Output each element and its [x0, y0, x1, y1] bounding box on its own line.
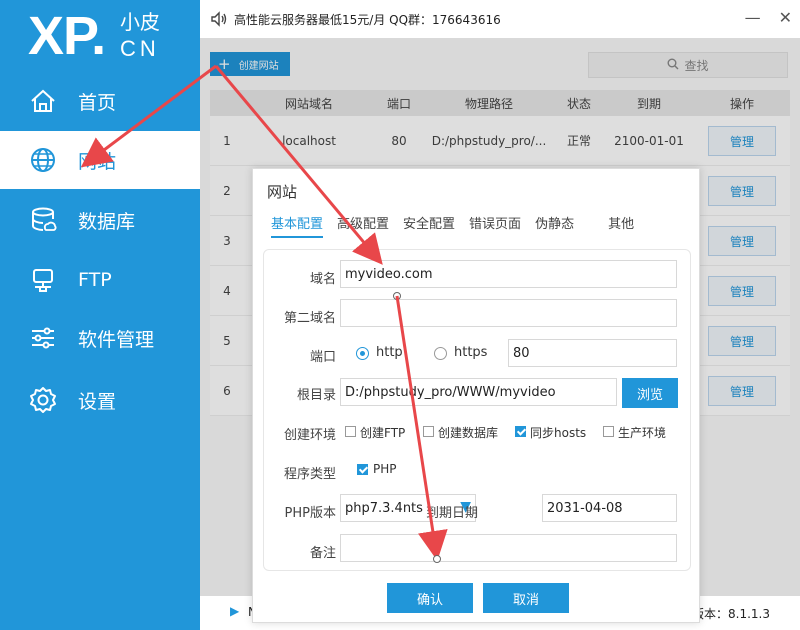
window-controls: — ✕	[745, 8, 792, 27]
tab-other[interactable]: 其他	[608, 213, 634, 238]
sidebar-item-website[interactable]: 网站	[0, 131, 200, 189]
env-label: 创建环境	[283, 428, 336, 443]
program-type-label: 程序类型	[283, 467, 336, 482]
create-db-checkbox[interactable]	[423, 426, 434, 437]
home-icon	[28, 86, 58, 116]
note-field[interactable]	[340, 534, 677, 562]
expire-date-label: 到期日期	[425, 506, 478, 521]
top-bar: 高性能云服务器最低15元/月 QQ群：176643616 — ✕	[200, 0, 800, 38]
dialog-tabs: 基本配置 高级配置 安全配置 错误页面 伪静态 其他	[271, 213, 648, 238]
domain-field[interactable]: myvideo.com	[340, 260, 677, 288]
sliders-icon	[28, 323, 58, 353]
create-ftp-checkbox[interactable]	[345, 426, 356, 437]
php-label: PHP	[373, 462, 397, 476]
sidebar-item-label: 首页	[78, 91, 117, 114]
sidebar-item-label: FTP	[78, 269, 112, 291]
play-icon[interactable]: ▶	[230, 604, 239, 618]
second-domain-label: 第二域名	[283, 311, 336, 326]
confirm-button[interactable]: 确认	[387, 583, 473, 613]
ftp-icon	[28, 265, 58, 295]
sync-hosts-label: 同步hosts	[530, 426, 587, 440]
sidebar-item-label: 软件管理	[78, 328, 155, 351]
app-logo: XP. 小皮 CN	[28, 6, 198, 66]
minimize-icon[interactable]: —	[745, 8, 761, 27]
sidebar-item-label: 设置	[78, 390, 117, 413]
sidebar-item-software[interactable]: 软件管理	[0, 309, 200, 367]
http-label: http	[376, 345, 403, 360]
port-label: 端口	[309, 350, 336, 365]
root-dir-field[interactable]: D:/phpstudy_pro/WWW/myvideo	[340, 378, 617, 406]
https-radio[interactable]	[434, 347, 447, 360]
expire-date-field[interactable]: 2031-04-08	[542, 494, 677, 522]
sync-hosts-checkbox[interactable]	[515, 426, 526, 437]
close-icon[interactable]: ✕	[779, 8, 792, 27]
gear-icon	[28, 385, 58, 415]
port-field[interactable]: 80	[508, 339, 677, 367]
sidebar-item-settings[interactable]: 设置	[0, 371, 200, 429]
second-domain-field[interactable]	[340, 299, 677, 327]
website-dialog: 网站 基本配置 高级配置 安全配置 错误页面 伪静态 其他 域名 myvideo…	[252, 168, 700, 623]
logo-text: XP.	[28, 6, 106, 66]
sidebar-item-database[interactable]: 数据库	[0, 191, 200, 249]
production-label: 生产环境	[618, 426, 667, 440]
http-radio[interactable]	[356, 347, 369, 360]
php-checkbox[interactable]	[357, 464, 368, 475]
create-ftp-label: 创建FTP	[360, 426, 406, 440]
globe-icon	[28, 145, 58, 175]
sidebar-item-label: 网站	[78, 150, 117, 173]
logo-sub-text: CN	[120, 36, 160, 61]
sidebar-item-home[interactable]: 首页	[0, 72, 200, 130]
logo-cn-text: 小皮	[120, 10, 160, 34]
production-checkbox[interactable]	[603, 426, 614, 437]
sidebar-item-ftp[interactable]: FTP	[0, 251, 200, 309]
database-icon	[28, 205, 58, 235]
version-text: 版本：8.1.1.3	[692, 607, 770, 621]
tab-rewrite[interactable]: 伪静态	[535, 213, 574, 238]
speaker-icon	[210, 10, 228, 28]
https-label: https	[454, 345, 488, 360]
announcement-text: 高性能云服务器最低15元/月 QQ群：176643616	[234, 12, 501, 27]
tab-error-page[interactable]: 错误页面	[469, 213, 521, 238]
dialog-title: 网站	[267, 183, 298, 201]
root-dir-label: 根目录	[296, 388, 336, 403]
tab-security[interactable]: 安全配置	[403, 213, 455, 238]
create-db-label: 创建数据库	[438, 426, 499, 440]
sidebar-item-label: 数据库	[78, 210, 136, 233]
tab-basic[interactable]: 基本配置	[271, 213, 324, 238]
browse-button[interactable]: 浏览	[622, 378, 678, 408]
php-version-label: PHP版本	[284, 506, 336, 521]
cancel-button[interactable]: 取消	[483, 583, 569, 613]
form-panel: 域名 myvideo.com 第二域名 端口 http https 80 根目录…	[263, 249, 691, 571]
domain-label: 域名	[309, 272, 336, 287]
tab-advanced[interactable]: 高级配置	[337, 213, 389, 238]
note-label: 备注	[309, 546, 336, 561]
sidebar: XP. 小皮 CN 首页 网站 数据库 FTP 软件管理 设置	[0, 0, 200, 630]
